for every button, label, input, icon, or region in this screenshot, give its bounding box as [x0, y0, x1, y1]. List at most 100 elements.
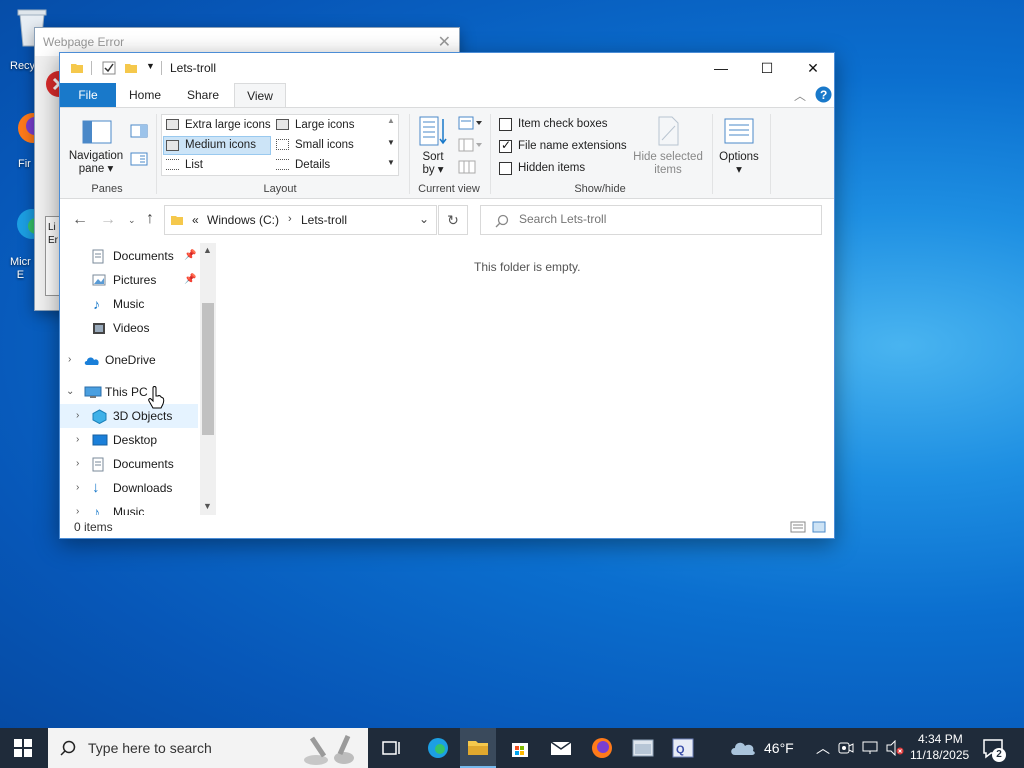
- nav-item-this-pc[interactable]: ⌄ This PC: [60, 380, 198, 404]
- file-name-extensions-toggle[interactable]: File name extensions: [498, 138, 628, 156]
- tab-file[interactable]: File: [60, 83, 116, 107]
- sort-by-button[interactable]: Sort by ▾: [420, 151, 446, 177]
- weather-cloud-icon[interactable]: [730, 739, 756, 757]
- details-view-icon[interactable]: [790, 521, 806, 533]
- item-check-boxes-toggle[interactable]: Item check boxes: [498, 116, 628, 134]
- address-overflow[interactable]: «: [192, 213, 199, 227]
- layout-item-extra-large-icons[interactable]: Extra large icons: [164, 117, 271, 135]
- help-icon[interactable]: ?: [815, 86, 832, 103]
- app-qt-icon[interactable]: Q: [671, 736, 695, 760]
- chevron-right-icon[interactable]: ›: [76, 428, 79, 452]
- refresh-button[interactable]: ↻: [438, 205, 468, 235]
- close-icon[interactable]: ✕: [438, 32, 451, 52]
- details-pane-icon[interactable]: [130, 152, 148, 166]
- sort-by-icon[interactable]: [419, 116, 447, 146]
- breadcrumb-chevron-icon[interactable]: ›: [288, 213, 292, 225]
- chevron-right-icon[interactable]: ›: [76, 404, 79, 428]
- chevron-down-icon[interactable]: ⌄: [66, 380, 74, 404]
- layout-item-small-icons[interactable]: Small icons: [274, 137, 380, 155]
- windows-start-icon[interactable]: [14, 739, 32, 757]
- nav-label: Music: [113, 297, 145, 311]
- add-columns-icon[interactable]: [458, 138, 482, 152]
- show-hidden-icons-chevron-icon[interactable]: ︿: [816, 738, 830, 758]
- file-explorer-window[interactable]: ▼ Lets-troll — ☐ ✕ File Home Share View …: [59, 52, 835, 539]
- maximize-button[interactable]: ☐: [744, 53, 790, 83]
- properties-check-icon[interactable]: [102, 61, 116, 75]
- nav-item-documents-quick[interactable]: Documents 📌: [60, 244, 198, 268]
- breadcrumb-folder[interactable]: Lets-troll: [301, 213, 347, 227]
- taskbar-search-box[interactable]: Type here to search: [48, 728, 368, 768]
- hide-selected-items-button[interactable]: Hide selected items: [632, 151, 704, 177]
- nav-item-documents[interactable]: › Documents: [60, 452, 198, 476]
- qat-dropdown-icon[interactable]: ▼: [146, 61, 155, 71]
- scroll-up-icon[interactable]: ▲: [203, 245, 212, 255]
- large-icons-view-icon[interactable]: [812, 521, 826, 533]
- weather-temperature[interactable]: 46°F: [764, 740, 794, 756]
- edge-icon[interactable]: [426, 736, 450, 760]
- notification-count-badge: 2: [992, 748, 1006, 762]
- task-view-icon[interactable]: [380, 736, 404, 760]
- forward-button[interactable]: →: [100, 211, 116, 229]
- layout-item-details[interactable]: Details: [274, 157, 380, 175]
- hidden-items-checkbox[interactable]: [499, 162, 512, 175]
- microsoft-store-icon[interactable]: [508, 736, 532, 760]
- chevron-right-icon[interactable]: ›: [76, 452, 79, 476]
- volume-muted-icon[interactable]: [886, 740, 904, 756]
- hidden-items-toggle[interactable]: Hidden items: [498, 160, 628, 178]
- scroll-down-icon[interactable]: ▼: [203, 501, 212, 511]
- recent-locations-icon[interactable]: ⌄: [128, 215, 136, 226]
- address-dropdown-icon[interactable]: ⌄: [419, 212, 429, 226]
- app-window-icon[interactable]: [631, 736, 655, 760]
- layout-more-icon[interactable]: ▼: [387, 158, 395, 167]
- new-folder-icon[interactable]: [124, 61, 138, 75]
- layout-scroll-down-icon[interactable]: ▼: [387, 138, 395, 147]
- chevron-right-icon[interactable]: ›: [68, 348, 71, 372]
- navigation-pane-icon[interactable]: [82, 120, 112, 144]
- clock-date[interactable]: 11/18/2025: [910, 748, 969, 762]
- nav-item-desktop[interactable]: › Desktop: [60, 428, 198, 452]
- size-columns-icon[interactable]: [458, 160, 476, 174]
- nav-item-pictures-quick[interactable]: Pictures 📌: [60, 268, 198, 292]
- back-button[interactable]: ←: [72, 211, 88, 229]
- chevron-right-icon[interactable]: ›: [76, 500, 79, 515]
- nav-item-downloads[interactable]: › ↓ Downloads: [60, 476, 198, 500]
- up-button[interactable]: ↑: [146, 210, 154, 228]
- search-icon: [60, 740, 76, 756]
- nav-item-3d-objects[interactable]: › 3D Objects: [60, 404, 198, 428]
- mail-icon[interactable]: [549, 736, 573, 760]
- meet-now-icon[interactable]: [838, 741, 854, 755]
- collapse-ribbon-icon[interactable]: ︿: [794, 87, 806, 104]
- nav-item-onedrive[interactable]: › OneDrive: [60, 348, 198, 372]
- network-icon[interactable]: [862, 741, 878, 755]
- tab-view[interactable]: View: [234, 83, 286, 107]
- hide-selected-items-icon[interactable]: [656, 116, 680, 146]
- breadcrumb-drive[interactable]: Windows (C:): [207, 213, 279, 227]
- preview-pane-icon[interactable]: [130, 124, 148, 138]
- tab-home[interactable]: Home: [118, 83, 172, 107]
- nav-item-music[interactable]: › ♪ Music: [60, 500, 198, 515]
- group-by-icon[interactable]: [458, 116, 482, 130]
- layout-item-large-icons[interactable]: Large icons: [274, 117, 380, 135]
- firefox-icon[interactable]: [590, 736, 614, 760]
- options-button[interactable]: Options ▾: [714, 151, 764, 177]
- search-input[interactable]: [519, 212, 799, 226]
- navigation-pane-button[interactable]: Navigation pane ▾: [66, 150, 126, 176]
- options-icon[interactable]: [724, 118, 754, 144]
- minimize-button[interactable]: —: [698, 53, 744, 83]
- layout-item-medium-icons[interactable]: Medium icons: [163, 136, 271, 155]
- taskbar-file-explorer-active[interactable]: [460, 728, 496, 768]
- chevron-right-icon[interactable]: ›: [76, 476, 79, 500]
- scroll-thumb[interactable]: [202, 303, 214, 435]
- address-bar[interactable]: « Windows (C:) › Lets-troll ⌄: [164, 205, 437, 235]
- nav-item-videos-quick[interactable]: Videos: [60, 316, 198, 340]
- nav-scrollbar[interactable]: ▲ ▼: [200, 243, 216, 515]
- tab-share[interactable]: Share: [176, 83, 230, 107]
- nav-item-music-quick[interactable]: ♪ Music: [60, 292, 198, 316]
- search-box[interactable]: [480, 205, 822, 235]
- close-button[interactable]: ✕: [790, 53, 834, 83]
- layout-item-list[interactable]: List: [164, 157, 270, 175]
- file-name-extensions-checkbox[interactable]: [499, 138, 512, 153]
- clock-time[interactable]: 4:34 PM: [918, 732, 963, 746]
- layout-scroll-up-icon[interactable]: ▲: [387, 116, 395, 125]
- item-check-boxes-checkbox[interactable]: [499, 118, 512, 131]
